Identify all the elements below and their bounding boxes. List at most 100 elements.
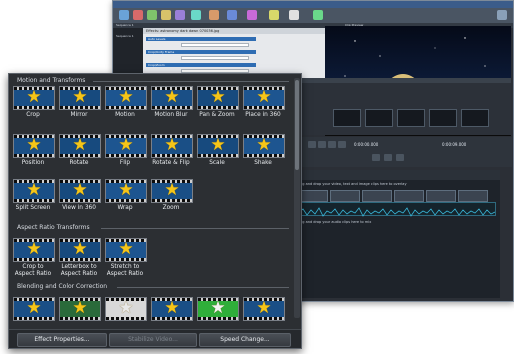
timecode-current: 0:00:00.000 xyxy=(354,142,379,147)
ribbon-button-5[interactable] xyxy=(175,10,185,20)
timecode-total: 0:00:09.000 xyxy=(442,142,467,147)
effect-tile-blend-1[interactable]: ★ xyxy=(13,297,55,321)
effect-tile-rotate[interactable]: ★ Rotate xyxy=(59,134,101,167)
effect-thumbnail: ★ xyxy=(105,134,147,158)
sequence-thumb-3[interactable] xyxy=(397,109,425,127)
effect-tile-position[interactable]: ★ Position xyxy=(13,134,55,167)
ribbon-button-4[interactable] xyxy=(161,10,171,20)
effect-thumbnail: ★ xyxy=(243,134,285,158)
effect-tile-blend-3[interactable]: ★ xyxy=(105,297,147,321)
effect-tile-rotate-flip[interactable]: ★ Rotate & Flip xyxy=(151,134,193,167)
sequence-thumb-1[interactable] xyxy=(333,109,361,127)
stop-button[interactable] xyxy=(328,141,336,148)
effect-tile-crop-to-aspect-ratio[interactable]: ★ Crop to Aspect Ratio xyxy=(13,238,55,278)
ribbon-close-icon[interactable] xyxy=(289,10,299,20)
ribbon-button-7[interactable] xyxy=(209,10,219,20)
timeline-ruler[interactable] xyxy=(292,170,500,180)
effect-label: Stretch to Aspect Ratio xyxy=(106,264,144,277)
properties-section-auto-levels[interactable]: Auto Levels xyxy=(146,37,256,41)
ribbon-button-6[interactable] xyxy=(191,10,201,20)
effect-tile-blend-2[interactable]: ★ xyxy=(59,297,101,321)
playback-controls: 0:00:00.000 0:00:09.000 xyxy=(292,137,512,167)
effect-thumbnail: ★ xyxy=(151,134,193,158)
effect-label: View in 360 xyxy=(62,205,96,211)
timeline-clip-3[interactable] xyxy=(362,190,392,202)
section-divider xyxy=(101,228,289,229)
effect-tile-blend-5[interactable]: ★ xyxy=(197,297,239,321)
effect-properties-button[interactable]: Effect Properties... xyxy=(17,333,107,347)
effect-tile-blend-4[interactable]: ★ xyxy=(151,297,193,321)
effect-tile-pan-zoom[interactable]: ★ Pan & Zoom xyxy=(197,86,239,119)
timeline-clip-2[interactable] xyxy=(330,190,360,202)
effect-tile-zoom[interactable]: ★ Zoom xyxy=(151,179,193,212)
sequence-thumb-2[interactable] xyxy=(365,109,393,127)
audio-waveform xyxy=(298,207,496,217)
star-icon: ★ xyxy=(118,298,134,319)
ribbon-button-2[interactable] xyxy=(133,10,143,20)
effect-tile-mirror[interactable]: ★ Mirror xyxy=(59,86,101,119)
effect-tile-blend-6[interactable]: ★ xyxy=(243,297,285,321)
timeline-audio-track[interactable] xyxy=(298,202,496,217)
star-icon: ★ xyxy=(164,135,180,156)
ribbon-button-12[interactable] xyxy=(313,10,323,20)
effect-tile-motion-blur[interactable]: ★ Motion Blur xyxy=(151,86,193,119)
ribbon-button-3[interactable] xyxy=(147,10,157,20)
effect-thumbnail: ★ xyxy=(197,297,239,321)
star-icon: ★ xyxy=(210,135,226,156)
stabilize-video-button[interactable]: Stabilize Video... xyxy=(109,333,197,347)
properties-input-1[interactable] xyxy=(181,43,249,47)
delete-button[interactable] xyxy=(384,154,392,161)
timeline-clip-6[interactable] xyxy=(458,190,488,202)
effect-tile-scale[interactable]: ★ Scale xyxy=(197,134,239,167)
properties-section-crop-zoom[interactable]: Crop/Zoom xyxy=(146,63,256,67)
snapshot-button[interactable] xyxy=(396,154,404,161)
effect-label: Letterbox to Aspect Ratio xyxy=(60,264,98,277)
effect-thumbnail: ★ xyxy=(105,238,147,262)
effects-scrollbar-thumb[interactable] xyxy=(295,80,299,170)
ribbon-button-13[interactable] xyxy=(497,10,507,20)
properties-section-crop-frame[interactable]: Crop/Unity Frame xyxy=(146,50,256,54)
rewind-button[interactable] xyxy=(308,141,316,148)
timeline-clip-4[interactable] xyxy=(394,190,424,202)
ribbon-button-10[interactable] xyxy=(269,10,279,20)
effect-tile-motion[interactable]: ★ Motion xyxy=(105,86,147,119)
effect-tile-place-in-360[interactable]: ★ Place in 360 xyxy=(243,86,285,119)
speed-change-button[interactable]: Speed Change... xyxy=(199,333,291,347)
split-button[interactable] xyxy=(372,154,380,161)
sequence-thumb-4[interactable] xyxy=(429,109,457,127)
forward-button[interactable] xyxy=(338,141,346,148)
effect-thumbnail: ★ xyxy=(59,179,101,203)
star-icon: ★ xyxy=(256,135,272,156)
effect-label: Wrap xyxy=(117,205,133,211)
timeline-hint-audio: Drag and drop your audio clips here to m… xyxy=(296,220,372,224)
play-button[interactable] xyxy=(318,141,326,148)
star-icon: ★ xyxy=(72,239,88,260)
star-icon: ★ xyxy=(26,298,42,319)
effect-tile-stretch-to-aspect-ratio[interactable]: ★ Stretch to Aspect Ratio xyxy=(105,238,147,278)
ribbon-button-8[interactable] xyxy=(227,10,237,20)
timeline-clip-5[interactable] xyxy=(426,190,456,202)
effect-tile-wrap[interactable]: ★ Wrap xyxy=(105,179,147,212)
star-icon: ★ xyxy=(118,135,134,156)
timeline-clip-1[interactable] xyxy=(298,190,328,202)
effect-tile-crop[interactable]: ★ Crop xyxy=(13,86,55,119)
sequence-thumb-5[interactable] xyxy=(461,109,489,127)
effect-thumbnail: ★ xyxy=(13,134,55,158)
effect-tile-view-in-360[interactable]: ★ View in 360 xyxy=(59,179,101,212)
star-icon: ★ xyxy=(26,135,42,156)
star-icon: ★ xyxy=(118,87,134,108)
effect-tile-split-screen[interactable]: ★ Split Screen xyxy=(13,179,55,212)
media-list-panel: Sequence 1 xyxy=(113,28,143,76)
ribbon-button-1[interactable] xyxy=(119,10,129,20)
effect-tile-shake[interactable]: ★ Shake xyxy=(243,134,285,167)
effect-thumbnail: ★ xyxy=(13,86,55,110)
effect-thumbnail: ★ xyxy=(151,297,193,321)
effect-thumbnail: ★ xyxy=(59,238,101,262)
star-icon: ★ xyxy=(72,135,88,156)
effect-tile-flip[interactable]: ★ Flip xyxy=(105,134,147,167)
ribbon-button-9[interactable] xyxy=(247,10,257,20)
properties-input-2[interactable] xyxy=(181,56,249,60)
effect-tile-letterbox-to-aspect-ratio[interactable]: ★ Letterbox to Aspect Ratio xyxy=(59,238,101,278)
timeline-hint-video: Drag and drop your video, text and image… xyxy=(296,182,407,186)
section-blending-color: Blending and Color Correction xyxy=(17,283,108,290)
